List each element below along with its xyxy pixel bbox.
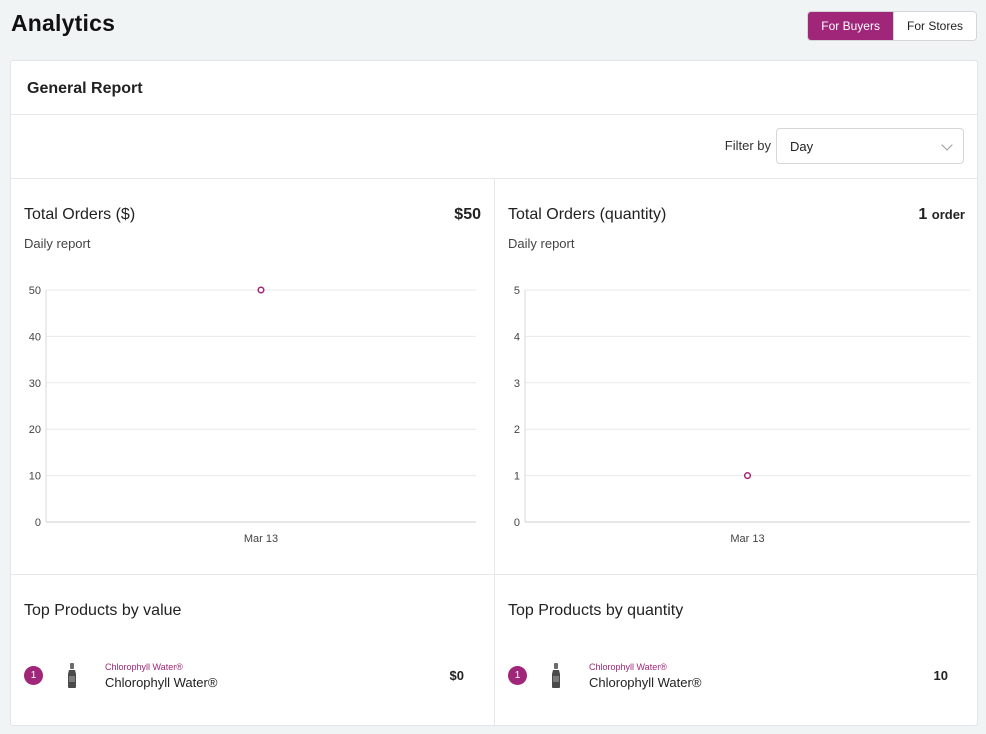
product-value: $0 (449, 668, 464, 683)
rank-badge: 1 (24, 666, 43, 685)
panel-title: Top Products by value (24, 602, 182, 619)
card-header: General Report (11, 61, 977, 115)
product-name: Chlorophyll Water® (105, 675, 218, 690)
rank-badge: 1 (508, 666, 527, 685)
product-category: Chlorophyll Water® (589, 662, 667, 672)
top-products-qty-panel: Top Products by quantity 1 Chlorophyll W… (495, 575, 978, 725)
data-point (257, 286, 265, 294)
audience-toggle: For Buyers For Stores (807, 11, 977, 41)
orders-qty-chart: 0 1 2 3 4 5 Mar 13 (514, 285, 970, 545)
for-stores-button[interactable]: For Stores (892, 12, 976, 40)
y-tick-label: 50 (29, 285, 41, 297)
list-item[interactable]: 1 Chlorophyll Water® Chlorophyll Water® … (508, 662, 948, 696)
y-tick-label: 4 (514, 331, 520, 343)
y-tick-label: 40 (29, 331, 41, 343)
card-title: General Report (27, 80, 143, 97)
for-buyers-button[interactable]: For Buyers (808, 12, 893, 40)
y-tick-label: 30 (29, 378, 41, 390)
data-point (743, 472, 752, 480)
orders-value-panel: Total Orders ($) $50 Daily report 0 10 20 3… (11, 179, 494, 574)
orders-value-chart: 0 10 20 30 40 50 Mar 13 (29, 285, 476, 545)
panel-title: Top Products by quantity (508, 602, 684, 619)
y-tick-label: 5 (514, 285, 520, 297)
top-products-value-panel: Top Products by value 1 Chlorophyll Wate… (11, 575, 494, 725)
product-value: 10 (933, 668, 948, 683)
page-title: Analytics (11, 10, 116, 36)
y-tick-label: 10 (29, 471, 41, 483)
orders-qty-panel: Total Orders (quantity) 1 order Daily re… (495, 179, 978, 574)
general-report-card: General Report Filter by Day Total Order… (10, 60, 978, 727)
y-tick-label: 3 (514, 378, 520, 390)
product-category: Chlorophyll Water® (105, 662, 183, 672)
y-tick-label: 1 (514, 471, 520, 483)
list-item[interactable]: 1 Chlorophyll Water® Chlorophyll Water® … (24, 662, 464, 696)
x-tick-label: Mar 13 (244, 533, 278, 545)
y-tick-label: 0 (514, 517, 520, 529)
filter-select-value: Day (790, 139, 814, 154)
filter-bar: Filter by Day (11, 115, 977, 179)
y-tick-label: 20 (29, 424, 41, 436)
product-name: Chlorophyll Water® (589, 675, 702, 690)
x-tick-label: Mar 13 (730, 533, 764, 545)
product-bottle-icon (552, 663, 560, 688)
chevron-down-icon (941, 139, 953, 151)
y-tick-label: 2 (514, 424, 520, 436)
product-bottle-icon (68, 663, 76, 688)
filter-label: Filter by (724, 138, 771, 153)
filter-select[interactable]: Day (776, 128, 964, 164)
y-tick-label: 0 (35, 517, 41, 529)
